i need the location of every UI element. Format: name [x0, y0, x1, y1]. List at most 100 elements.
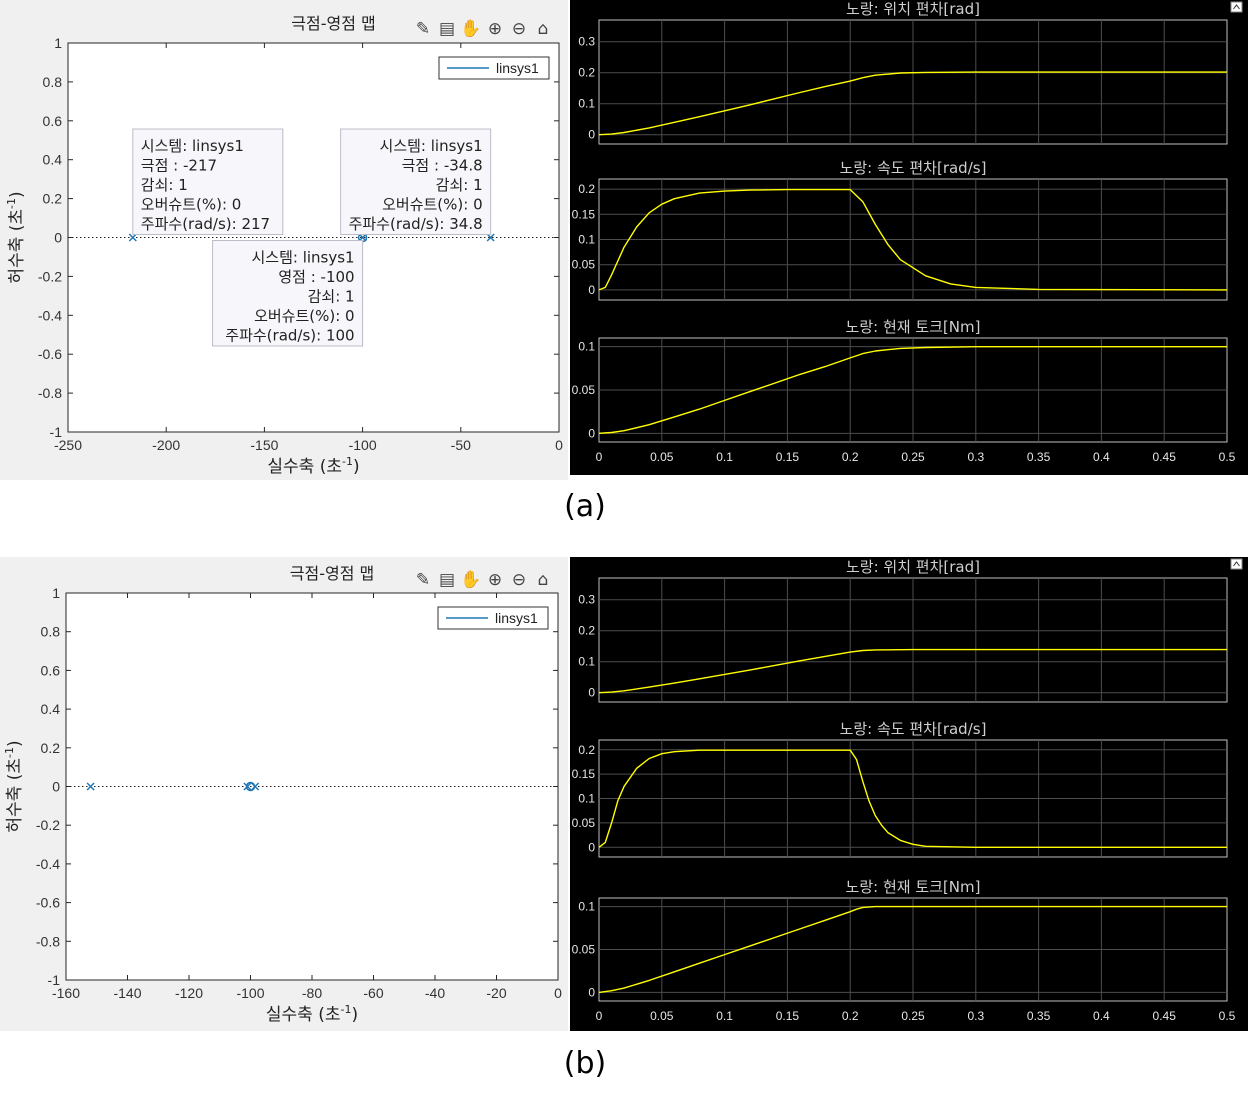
x-axis-label: 실수축 (초-1) [266, 1003, 358, 1025]
scope-y-tick-label: 0.2 [578, 182, 595, 196]
scope-x-tick-label: 0.4 [1093, 450, 1110, 464]
pole-zero-map-a: 극점-영점 맵 1 0.8 0.6 0.4 0.2 0 -0.2 -0.4 -0.6 -0.8 -1 -… [5, 14, 563, 477]
x-axis-label-close: ) [353, 457, 360, 477]
data-tip-line: 오버슈트(%): 0 [141, 196, 242, 214]
data-tip-line: 오버슈트(%): 0 [382, 196, 483, 214]
data-tip-line: 주파수(rad/s): 100 [225, 327, 354, 345]
scope-y-tick-label: 0.1 [578, 233, 595, 247]
brush-icon[interactable]: ✎ [412, 18, 434, 40]
undock-icon[interactable] [1230, 1, 1243, 13]
scope-y-tick-label: 0.1 [578, 655, 595, 669]
scope-x-tick-label: 0.15 [776, 1009, 800, 1023]
caption-b: (b) [563, 1046, 607, 1081]
scope-x-tick-label: 0.15 [776, 450, 800, 464]
undock-icon[interactable] [1230, 558, 1243, 570]
home-icon[interactable]: ⌂ [532, 569, 554, 591]
zoom-out-icon[interactable]: ⊖ [508, 18, 530, 40]
scope-x-tick-label: 0.3 [967, 450, 984, 464]
scope-x-tick-label: 0.25 [901, 450, 925, 464]
legend-label: linsys1 [496, 60, 539, 76]
scope-x-tick-label: 0.05 [650, 1009, 674, 1023]
zoom-out-icon[interactable]: ⊖ [508, 569, 530, 591]
data-tip-line: 주파수(rad/s): 34.8 [349, 215, 483, 233]
y-tick-label: 0.6 [43, 113, 63, 129]
scope-x-tick-label: 0.1 [716, 1009, 733, 1023]
y-tick-label: -0.8 [36, 933, 60, 949]
y-tick-label: 0.2 [41, 740, 61, 756]
data-tip-line: 영점 : -100 [278, 268, 354, 286]
y-tick-label: -0.6 [36, 895, 60, 911]
y-tick-label: -0.6 [38, 346, 62, 362]
scope-x-tick-label: 0.45 [1153, 1009, 1177, 1023]
x-axis-label-sup: -1 [341, 1003, 352, 1016]
x-tick-label: -200 [152, 437, 180, 453]
zoom-in-icon[interactable]: ⊕ [484, 18, 506, 40]
x-tick-label: -50 [451, 437, 471, 453]
scope-x-tick-label: 0 [596, 450, 603, 464]
scope-title: 노랑: 현재 토크[Nm] [846, 318, 981, 336]
y-tick-label: -0.2 [36, 817, 60, 833]
scope-panel-b: 노랑: 위치 편차[rad] 0.3 0.2 0.1 0 노랑: 속도 편차[rad/s]… [570, 557, 1248, 1031]
x-axis-label: 실수축 (초-1) [267, 455, 359, 477]
x-tick-label: -250 [54, 437, 82, 453]
y-tick-label: 0 [52, 779, 60, 795]
y-axis-label-sup: -1 [5, 198, 18, 209]
data-tip-line: 주파수(rad/s): 217 [141, 215, 270, 233]
scope-y-tick-label: 0.2 [578, 624, 595, 638]
scope-panel-a: 노랑: 위치 편차[rad] 0.3 0.2 0.1 0 노랑: 속도 편차[rad/s]… [570, 0, 1248, 475]
y-tick-label: 0.6 [41, 662, 61, 678]
home-icon[interactable]: ⌂ [532, 18, 554, 40]
scope-y-tick-label: 0 [588, 686, 595, 700]
scope-title: 노랑: 위치 편차[rad] [846, 0, 980, 18]
scope-x-tick-label: 0.2 [842, 1009, 859, 1023]
y-tick-label: 0.8 [41, 624, 61, 640]
scope-y-tick-label: 0.3 [578, 35, 595, 49]
pz-panel-a: 극점-영점 맵 1 0.8 0.6 0.4 0.2 0 -0.2 -0.4 -0.6 -0.8 -1 -… [0, 0, 568, 480]
data-tip: 시스템: linsys1 극점 : -34.8감쇠: 1 오버슈트(%): 0주파수… [340, 128, 492, 235]
x-tick-label: -150 [250, 437, 278, 453]
scope-x-tick-label: 0.4 [1093, 1009, 1110, 1023]
x-tick-label: -80 [302, 985, 322, 1001]
x-axis-label-text: 실수축 (초 [267, 457, 342, 477]
data-tip-line: 시스템: linsys1 [251, 249, 354, 267]
scope-x-tick-label: 0.5 [1219, 450, 1236, 464]
zoom-in-icon[interactable]: ⊕ [484, 569, 506, 591]
caption-a: (a) [564, 489, 606, 524]
plot-toolbar-b: ✎ ▤ ✋ ⊕ ⊖ ⌂ [412, 569, 554, 591]
y-axis-label: 허수축 (초-1) [3, 740, 25, 832]
scope-title: 노랑: 위치 편차[rad] [846, 558, 980, 576]
y-axis-label-close: ) [7, 191, 27, 198]
scope-y-tick-label: 0.05 [572, 943, 596, 957]
scope-y-tick-label: 0.05 [572, 258, 596, 272]
pz-panel-b: 극점-영점 맵 1 0.8 0.6 0.4 0.2 0 -0.2 -0.4 -0.6 -0.8 -1-… [0, 557, 568, 1031]
legend-label: linsys1 [495, 610, 538, 626]
scope-x-tick-label: 0.05 [650, 450, 674, 464]
scope-y-tick-label: 0.1 [578, 792, 595, 806]
x-axis-label-close: ) [351, 1005, 358, 1025]
plot-area [65, 592, 559, 981]
x-axis-label-text: 실수축 (초 [266, 1005, 341, 1025]
x-tick-label: 0 [555, 437, 563, 453]
y-axis-label: 허수축 (초-1) [5, 191, 27, 283]
y-axis-label-text: 허수축 (초 [5, 758, 25, 833]
data-tip-line: 감쇠: 1 [141, 176, 188, 194]
scope-title: 노랑: 속도 편차[rad/s] [840, 159, 987, 177]
datatip-icon[interactable]: ▤ [436, 569, 458, 591]
y-tick-label: 0.4 [41, 701, 61, 717]
scope-x-tick-label: 0.45 [1153, 450, 1177, 464]
datatip-icon[interactable]: ▤ [436, 18, 458, 40]
scope-title: 노랑: 속도 편차[rad/s] [840, 720, 987, 738]
scope-x-tick-label: 0.35 [1027, 1009, 1051, 1023]
pan-hand-icon[interactable]: ✋ [460, 18, 482, 40]
scope-plots-b: 노랑: 위치 편차[rad] 0.3 0.2 0.1 0 노랑: 속도 편차[rad/s]… [572, 558, 1243, 1023]
chart-title: 극점-영점 맵 [291, 14, 375, 33]
y-tick-label: -0.4 [36, 856, 60, 872]
brush-icon[interactable]: ✎ [412, 569, 434, 591]
y-tick-label: 0.4 [43, 152, 63, 168]
x-tick-label: -100 [236, 985, 264, 1001]
pan-hand-icon[interactable]: ✋ [460, 569, 482, 591]
y-axis-label-close: ) [5, 740, 25, 747]
y-tick-label: 1 [54, 35, 62, 51]
chart-title: 극점-영점 맵 [290, 564, 374, 583]
scope-y-tick-label: 0.05 [572, 383, 596, 397]
